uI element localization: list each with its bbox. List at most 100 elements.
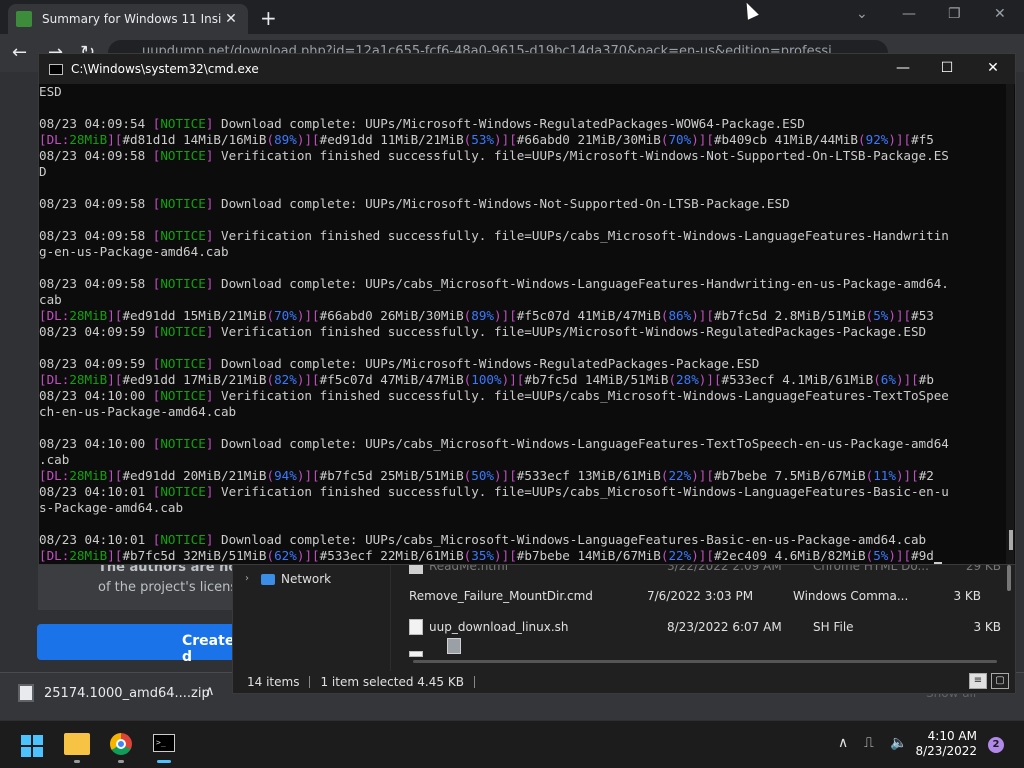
console-text: 6% xyxy=(880,372,896,387)
console-text: ch-en-us-Package-amd64.cab xyxy=(39,404,237,419)
console-text: ) xyxy=(691,132,699,147)
console-text: #b7bebe 7.5MiB/67MiB xyxy=(713,468,866,483)
horizontal-scrollbar[interactable] xyxy=(413,660,997,663)
console-text: ][ xyxy=(107,372,123,387)
console-text: DL: xyxy=(46,132,70,147)
taskbar-indicator xyxy=(118,760,124,763)
console-text: Verification finished successfully. file… xyxy=(213,148,949,163)
console-text: ][ xyxy=(304,372,320,387)
cmd-taskbar-icon[interactable]: >_ xyxy=(153,734,175,752)
cmd-scrollbar-thumb[interactable] xyxy=(1009,530,1013,550)
vertical-scrollbar[interactable] xyxy=(1007,565,1011,591)
clock-date: 8/23/2022 xyxy=(915,744,977,758)
tab-title: Summary for Windows 11 Insider xyxy=(42,12,222,26)
console-text: DL: xyxy=(46,468,70,483)
console-text: 89% xyxy=(471,308,495,323)
console-text: #ed91dd 17MiB/21MiB xyxy=(122,372,267,387)
back-icon[interactable]: ← xyxy=(12,42,27,63)
tab-search-icon[interactable]: ⌄ xyxy=(856,6,868,22)
view-toggle: ≡ ▢ xyxy=(969,673,1009,689)
console-text: ][ xyxy=(706,372,722,387)
network-tray-icon[interactable]: ⎍ xyxy=(864,735,874,751)
console-text: ][ xyxy=(107,308,123,323)
console-text: #9d xyxy=(911,548,934,563)
console-text: ( xyxy=(266,308,275,323)
console-text: #53 xyxy=(911,308,934,323)
console-text: ][ xyxy=(509,372,525,387)
minimize-icon[interactable]: — xyxy=(902,6,916,22)
file-row[interactable]: Remove_Failure_MountDir.cmd 7/6/2022 3:03… xyxy=(409,585,981,654)
cmd-title-bar[interactable]: C:\Windows\system32\cmd.exe xyxy=(39,54,1015,84)
console-text: 08/23 04:10:01 xyxy=(39,484,153,499)
download-filename: 25174.1000_amd64....zip xyxy=(44,685,210,701)
new-tab-icon[interactable]: + xyxy=(260,6,277,30)
console-line: s-Package-amd64.cab xyxy=(39,500,1005,516)
download-options-chevron-icon[interactable]: ∧ xyxy=(205,684,215,699)
console-text: ) xyxy=(691,548,699,563)
console-text: ][ xyxy=(107,132,123,147)
console-text: ) xyxy=(494,548,502,563)
console-text: 70% xyxy=(668,132,692,147)
cmd-maximize-icon[interactable]: ☐ xyxy=(937,60,957,76)
console-text: NOTICE xyxy=(160,388,206,403)
console-text: ][ xyxy=(895,132,912,147)
console-text: ][ xyxy=(304,468,320,483)
cmd-close-icon[interactable]: ✕ xyxy=(983,60,1003,76)
console-text: NOTICE xyxy=(160,116,206,131)
file-explorer-taskbar-icon[interactable] xyxy=(64,733,90,755)
nav-item-network[interactable]: Network xyxy=(261,572,331,586)
console-text: 94% xyxy=(274,468,297,483)
tab-close-icon[interactable]: ✕ xyxy=(222,11,240,27)
taskbar-clock[interactable]: 4:10 AM 8/23/2022 xyxy=(915,729,977,759)
console-text: DL: xyxy=(46,548,70,563)
console-text: ESD xyxy=(39,84,62,99)
console-text: #b xyxy=(918,372,934,387)
console-text: 89% xyxy=(274,132,297,147)
console-text: #2ec409 4.6MiB/82MiB xyxy=(713,548,866,563)
network-icon xyxy=(261,573,275,585)
console-line: ESD xyxy=(39,84,1005,100)
file-type: Windows Comma... xyxy=(793,589,909,603)
close-window-icon[interactable]: ✕ xyxy=(994,6,1006,22)
console-text: 86% xyxy=(668,308,692,323)
notification-badge[interactable]: 2 xyxy=(988,737,1004,753)
console-text: ][ xyxy=(501,468,517,483)
expand-chevron-icon[interactable]: › xyxy=(245,573,249,584)
large-icons-view-icon[interactable]: ▢ xyxy=(991,673,1009,689)
taskbar-indicator-active xyxy=(157,760,171,763)
console-text: Download complete: UUPs/cabs_Microsoft-W… xyxy=(213,276,949,291)
cmd-scrollbar-track[interactable] xyxy=(1006,84,1014,564)
file-date: 7/6/2022 3:03 PM xyxy=(647,589,754,603)
console-text: 28MiB xyxy=(69,372,108,387)
console-text: ( xyxy=(266,548,275,563)
console-text: ) xyxy=(691,468,699,483)
console-text: D xyxy=(39,164,47,179)
console-text: [ xyxy=(39,308,47,323)
start-button-icon[interactable] xyxy=(21,735,43,757)
selection-info: 1 item selected 4.45 KB xyxy=(320,675,464,689)
console-text: #533ecf 4.1MiB/61MiB xyxy=(721,372,874,387)
show-hidden-icons-chevron-icon[interactable]: ∧ xyxy=(838,735,848,751)
cmd-minimize-icon[interactable]: — xyxy=(893,60,913,76)
chrome-taskbar-icon[interactable] xyxy=(110,733,132,755)
create-download-package-button[interactable]: Create d xyxy=(37,624,237,665)
console-text: 28MiB xyxy=(69,308,108,323)
file-icon xyxy=(409,651,423,657)
console-text: NOTICE xyxy=(160,484,206,499)
download-item[interactable]: 25174.1000_amd64....zip xyxy=(18,684,210,702)
cmd-file-icon xyxy=(447,638,461,654)
restore-icon[interactable]: ❐ xyxy=(948,6,961,22)
console-text: Download complete: UUPs/cabs_Microsoft-W… xyxy=(213,532,927,547)
file-row[interactable]: uup_download_linux.sh 8/23/2022 6:07 AM SH… xyxy=(409,616,1001,638)
console-text: 28MiB xyxy=(69,548,108,563)
console-text: ][ xyxy=(107,468,123,483)
console-text: 100% xyxy=(471,372,502,387)
details-view-icon[interactable]: ≡ xyxy=(969,673,987,689)
browser-tab[interactable]: Summary for Windows 11 Insider ✕ xyxy=(8,4,248,34)
console-text: ][ xyxy=(304,132,320,147)
console-text: ][ xyxy=(304,548,320,563)
console-output[interactable]: ESD 08/23 04:09:54 [NOTICE] Download comp… xyxy=(39,84,1005,564)
console-text: ( xyxy=(266,132,275,147)
volume-tray-icon[interactable]: 🔈 xyxy=(890,735,907,751)
